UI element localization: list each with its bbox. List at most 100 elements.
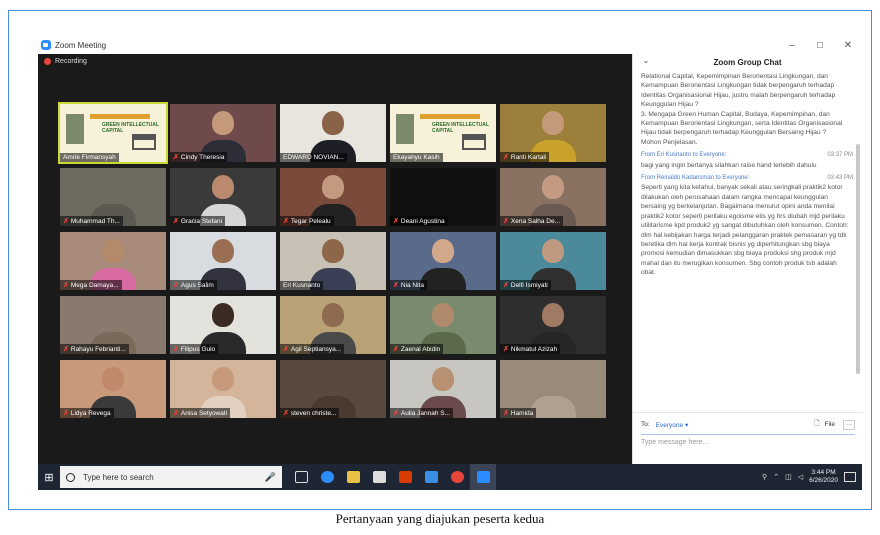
participant-video-face	[212, 366, 235, 391]
task-view-icon[interactable]	[288, 464, 314, 490]
participant-name: Xena Salha De...	[510, 217, 561, 225]
people-icon[interactable]: ⚲	[762, 473, 767, 481]
muted-mic-icon: ✗	[393, 282, 399, 289]
muted-mic-icon: ✗	[173, 410, 179, 417]
chat-scrollbar[interactable]	[856, 144, 860, 374]
participant-name: steven christe...	[290, 409, 337, 417]
participant-name: Mega Damaya...	[70, 281, 119, 289]
participant-name-label: ✗ Lidya Revega	[60, 408, 114, 418]
message-input[interactable]: Type message here...	[641, 434, 855, 446]
participant-tile[interactable]: ✗ Tegar Pelealu	[280, 168, 386, 226]
volume-icon[interactable]: ◁	[798, 473, 803, 481]
participant-tile[interactable]: ✗ steven christe...	[280, 360, 386, 418]
participant-name-label: ✗ Muhammad Th...	[60, 216, 123, 226]
participant-name-label: ✗ Nikmatul Azizah	[500, 344, 561, 354]
chat-time: 03:37 PM	[827, 152, 853, 159]
participant-video-face	[322, 366, 345, 391]
participant-tile[interactable]: GREEN INTELLECTUAL CAPITAL Amrie Firmansy…	[58, 102, 168, 164]
taskbar-clock[interactable]: 3:44 PM 6/26/2020	[809, 469, 838, 485]
store-icon[interactable]	[366, 464, 392, 490]
chevron-down-icon[interactable]: ⌄	[643, 57, 649, 65]
participant-tile[interactable]: Eri Kusnanto	[280, 232, 386, 290]
participant-tile[interactable]: ✗ Mega Damaya...	[60, 232, 166, 290]
office-icon[interactable]	[392, 464, 418, 490]
participant-video-face	[322, 302, 345, 327]
zoom-taskbar-icon[interactable]	[470, 464, 496, 490]
participant-tile[interactable]: ✗ Muhammad Th...	[60, 168, 166, 226]
participant-video-face	[102, 238, 125, 263]
participant-tile[interactable]: ✗ Deani Agustina	[390, 168, 496, 226]
participant-tile[interactable]: ✗ Nia Nita	[390, 232, 496, 290]
chevron-up-icon[interactable]: ⌃	[773, 473, 779, 481]
participant-tile[interactable]: ✗ Aulia Jannah S...	[390, 360, 496, 418]
participant-tile[interactable]: ✗ Zaenal Abidin	[390, 296, 496, 354]
microphone-icon[interactable]: 🎤	[265, 472, 276, 483]
participant-tile[interactable]: ✗ Anisa Setyowati	[170, 360, 276, 418]
chrome-icon[interactable]	[444, 464, 470, 490]
participant-tile[interactable]: ✗ Hamida	[500, 360, 606, 418]
participant-name: Agus Salim	[180, 281, 214, 289]
recipient-dropdown[interactable]: Everyone ▾	[656, 421, 689, 429]
network-icon[interactable]: ◫	[785, 473, 792, 481]
system-tray: ⚲ ⌃ ◫ ◁ 3:44 PM 6/26/2020	[762, 469, 862, 485]
participant-tile[interactable]: ✗ Lidya Revega	[60, 360, 166, 418]
participant-name: Aulia Jannah S...	[400, 409, 451, 417]
participant-name: Nia Nita	[400, 281, 424, 289]
participant-name-label: ✗ Mega Damaya...	[60, 280, 122, 290]
participant-video-face	[102, 302, 125, 327]
figure-caption: Pertanyaan yang diajukan peserta kedua	[335, 511, 545, 526]
participant-tile[interactable]: ✗ Nikmatul Azizah	[500, 296, 606, 354]
recording-label: Recording	[55, 58, 87, 65]
chat-message-header: From Eri Kusnanto to Everyone: 03:37 PM	[641, 151, 853, 160]
muted-mic-icon: ✗	[173, 346, 179, 353]
participant-tile[interactable]: GREEN INTELLECTUAL CAPITAL Ekayahyu Kasih	[390, 104, 496, 162]
participant-name-label: ✗ Hamida	[500, 408, 537, 418]
participant-video-face	[542, 110, 565, 135]
chat-time: 03:43 PM	[827, 175, 853, 182]
participant-video-face	[322, 174, 345, 199]
participant-name: Eri Kusnanto	[283, 282, 321, 289]
file-label: File	[824, 421, 835, 428]
windows-start-button[interactable]: ⊞	[38, 464, 60, 490]
participant-tile[interactable]: ✗ Filipus Gulo	[170, 296, 276, 354]
participant-tile[interactable]: ✗ Delfi Ismiyati	[500, 232, 606, 290]
participant-name-label: ✗ Agil Septiansya...	[280, 344, 345, 354]
participant-tile[interactable]: ✗ Gracia Stefani	[170, 168, 276, 226]
participant-name-label: ✗ Zaenal Abidin	[390, 344, 444, 354]
chat-sender: From Reinaldo Kadarisman to Everyone:	[641, 175, 750, 182]
participant-tile[interactable]: EDWARD NOVIAN...	[280, 104, 386, 162]
minimize-button[interactable]: –	[778, 36, 806, 54]
participant-video-face	[102, 366, 125, 391]
participant-name: Gracia Stefani	[180, 217, 223, 225]
recipient-row: To: Everyone ▾ 🗋 File ···	[633, 413, 863, 430]
participant-name-label: ✗ steven christe...	[280, 408, 340, 418]
close-button[interactable]: ✕	[834, 36, 862, 54]
recording-dot-icon	[44, 58, 51, 65]
file-explorer-icon[interactable]	[340, 464, 366, 490]
maximize-button[interactable]: □	[806, 36, 834, 54]
muted-mic-icon: ✗	[63, 346, 69, 353]
more-options-button[interactable]: ···	[843, 419, 855, 430]
notification-icon[interactable]	[844, 472, 856, 482]
window-title: Zoom Meeting	[55, 40, 107, 50]
participant-name: Filipus Gulo	[180, 345, 216, 353]
file-button[interactable]: 🗋 File	[814, 419, 835, 430]
participant-tile[interactable]: ✗ Agus Salim	[170, 232, 276, 290]
mail-icon[interactable]	[418, 464, 444, 490]
participant-tile[interactable]: ✗ Rahayu Febrianti...	[60, 296, 166, 354]
participant-name-label: ✗ Agus Salim	[170, 280, 217, 290]
participant-tile[interactable]: ✗ Ranti Kartali	[500, 104, 606, 162]
taskbar-search-input[interactable]: Type here to search 🎤	[60, 466, 282, 488]
participant-video-face	[542, 302, 565, 327]
participant-name: Anisa Setyowati	[180, 409, 228, 417]
participant-name-label: ✗ Rahayu Febrianti...	[60, 344, 129, 354]
window-controls: – □ ✕	[778, 36, 862, 54]
participant-tile[interactable]: ✗ Cindy Theresia	[170, 104, 276, 162]
participant-tile[interactable]: ✗ Agil Septiansya...	[280, 296, 386, 354]
participant-tile[interactable]: ✗ Xena Salha De...	[500, 168, 606, 226]
edge-icon[interactable]	[314, 464, 340, 490]
participant-name: Rahayu Febrianti...	[70, 345, 126, 353]
participant-video-face	[432, 174, 455, 199]
muted-mic-icon: ✗	[283, 346, 289, 353]
participant-name: Amrie Firmansyah	[63, 154, 116, 161]
